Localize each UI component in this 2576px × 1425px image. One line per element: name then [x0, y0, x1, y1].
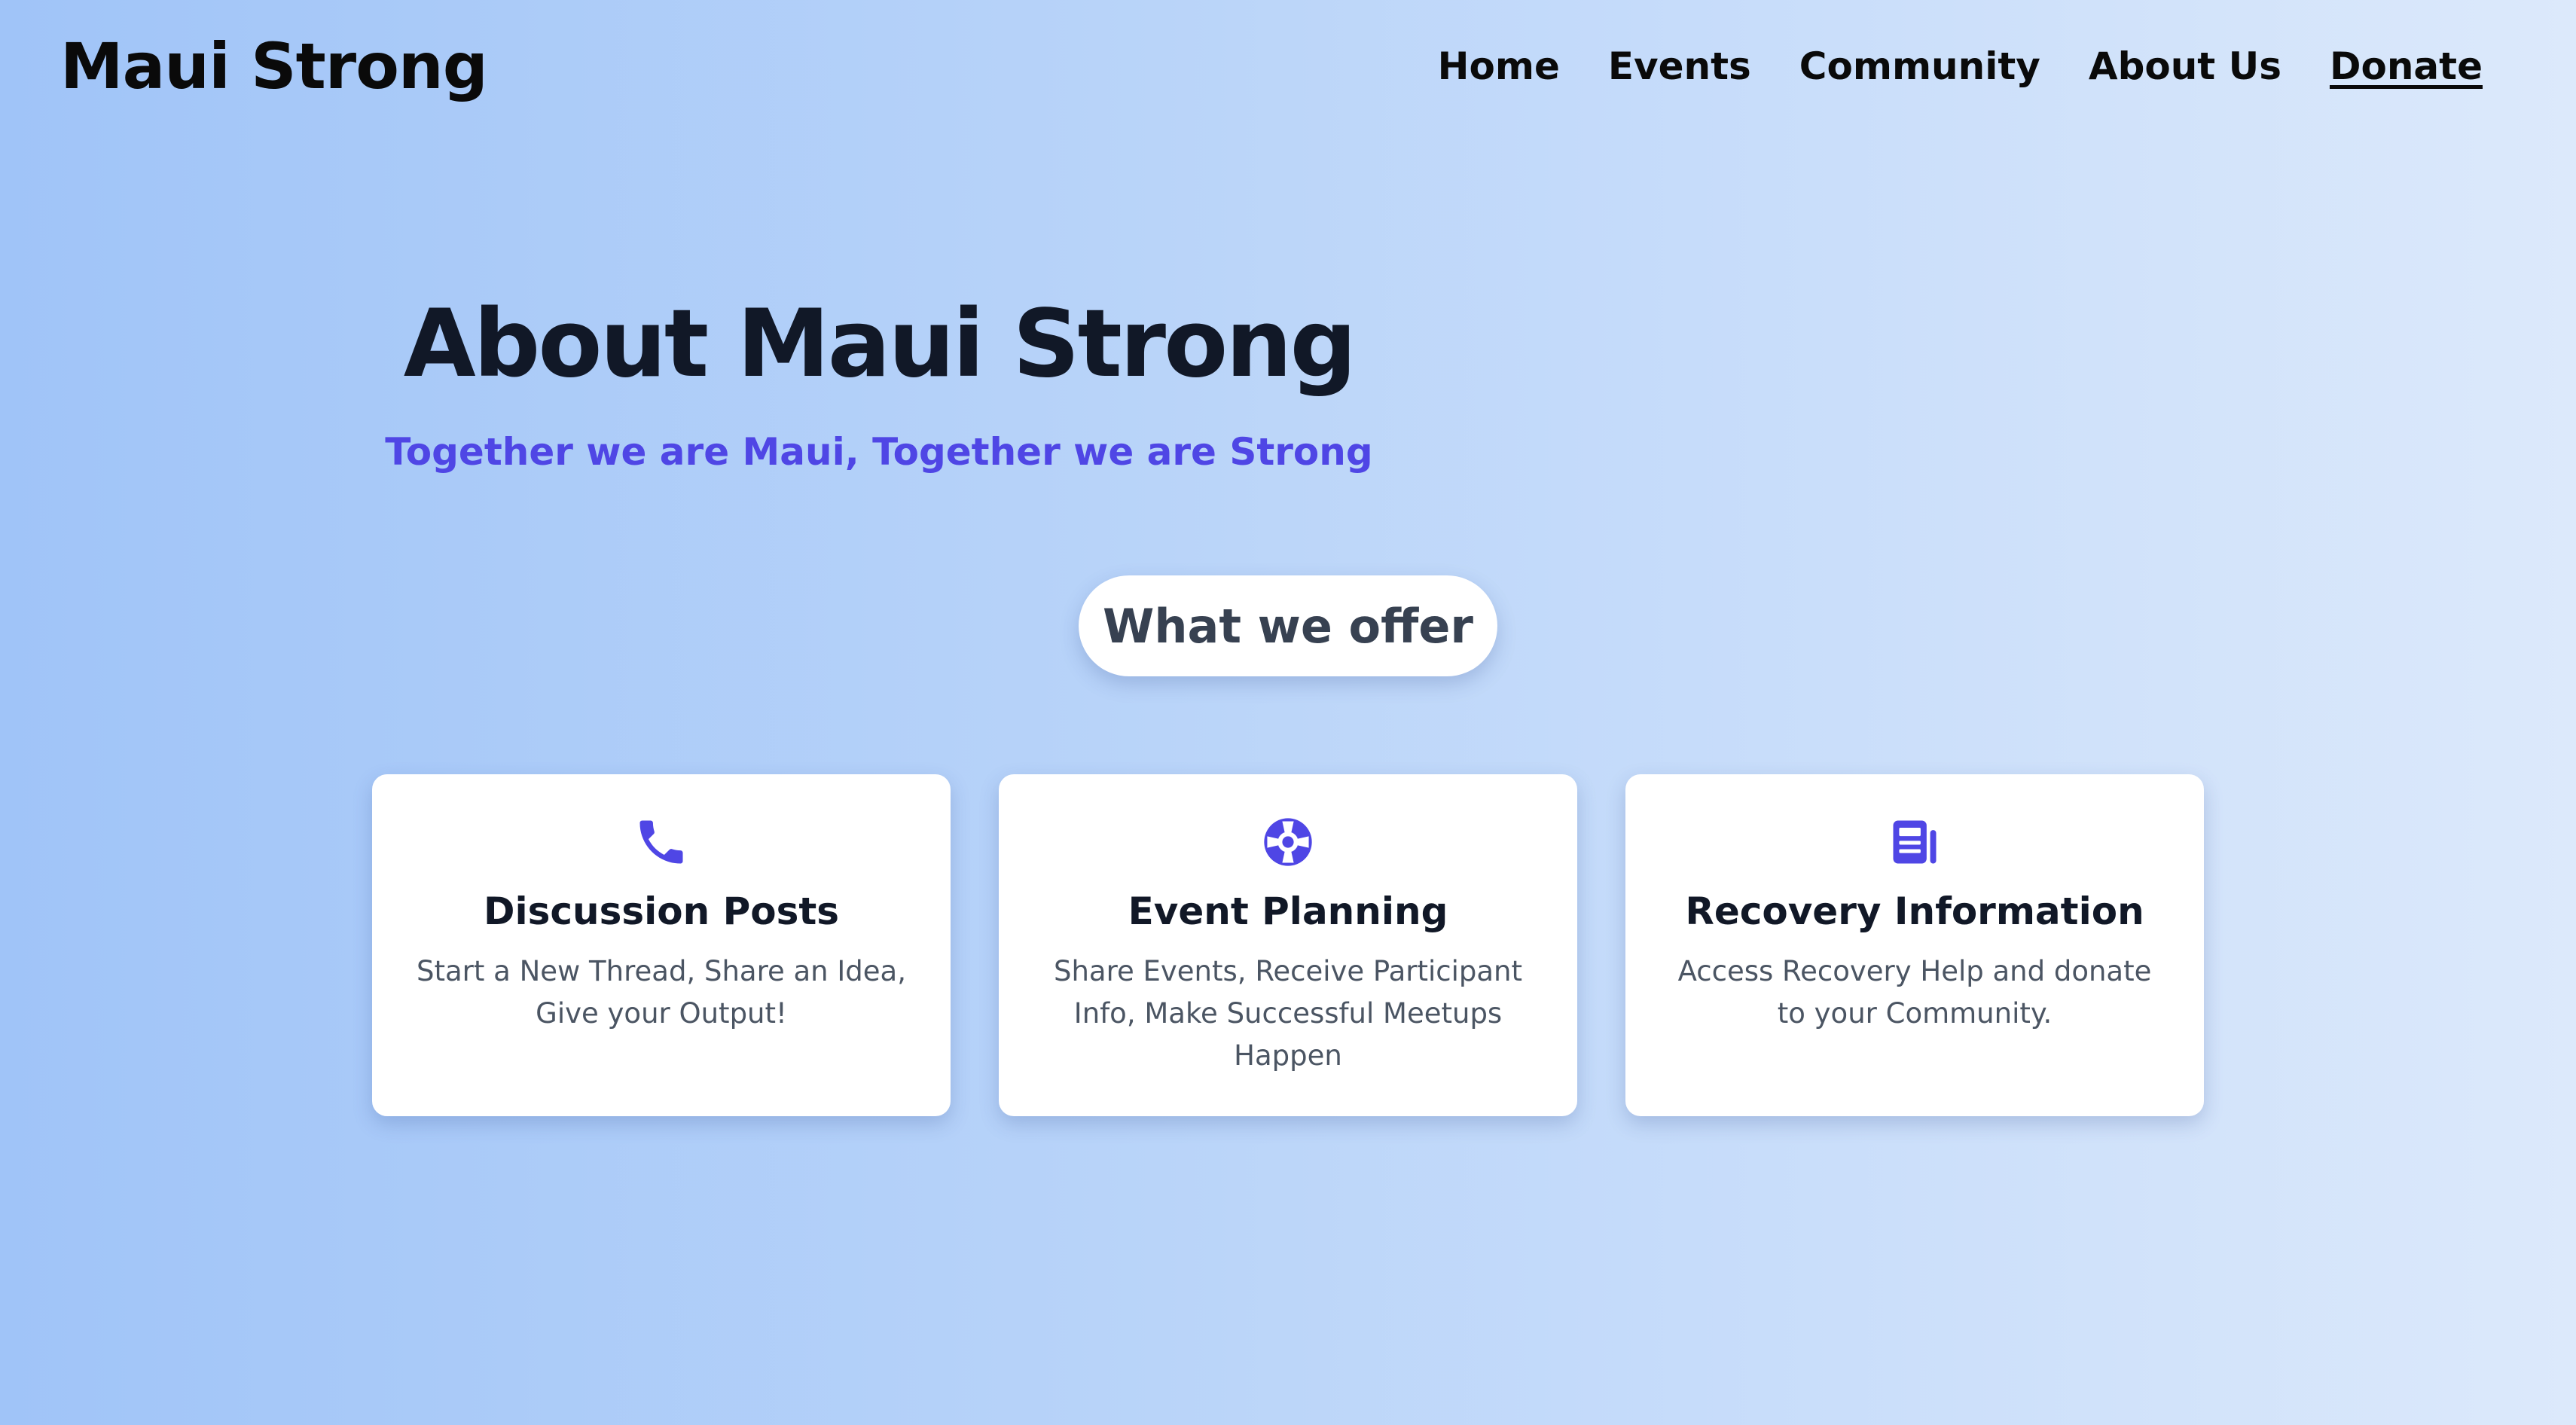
nav-donate-link[interactable]: Donate	[2330, 44, 2483, 89]
phone-icon	[633, 813, 690, 871]
page-subtitle: Together we are Maui, Together we are St…	[385, 430, 1373, 474]
card-event-planning[interactable]: Event Planning Share Events, Receive Par…	[999, 774, 1577, 1116]
newspaper-icon	[1886, 813, 1943, 871]
nav-home-link[interactable]: Home	[1438, 44, 1560, 89]
card-discussion-posts[interactable]: Discussion Posts Start a New Thread, Sha…	[372, 774, 951, 1116]
card-title: Event Planning	[1128, 889, 1448, 933]
feature-cards: Discussion Posts Start a New Thread, Sha…	[372, 774, 2204, 1116]
site-logo[interactable]: Maui Strong	[60, 29, 488, 105]
card-description: Access Recovery Help and donate to your …	[1677, 955, 2152, 1030]
nav-events-link[interactable]: Events	[1608, 44, 1751, 89]
nav-about-us-link[interactable]: About Us	[2089, 44, 2281, 89]
what-we-offer-button[interactable]: What we offer	[1079, 575, 1497, 676]
card-title: Recovery Information	[1685, 889, 2144, 933]
page-title: About Maui Strong	[403, 290, 1357, 398]
card-recovery-information[interactable]: Recovery Information Access Recovery Hel…	[1625, 774, 2204, 1116]
card-title: Discussion Posts	[483, 889, 840, 933]
main-nav: Home Events Community About Us Donate	[1438, 44, 2483, 89]
life-ring-icon	[1259, 813, 1317, 871]
card-description: Share Events, Receive Participant Info, …	[1053, 955, 1522, 1072]
card-description: Start a New Thread, Share an Idea, Give …	[417, 955, 906, 1030]
nav-community-link[interactable]: Community	[1799, 44, 2040, 89]
